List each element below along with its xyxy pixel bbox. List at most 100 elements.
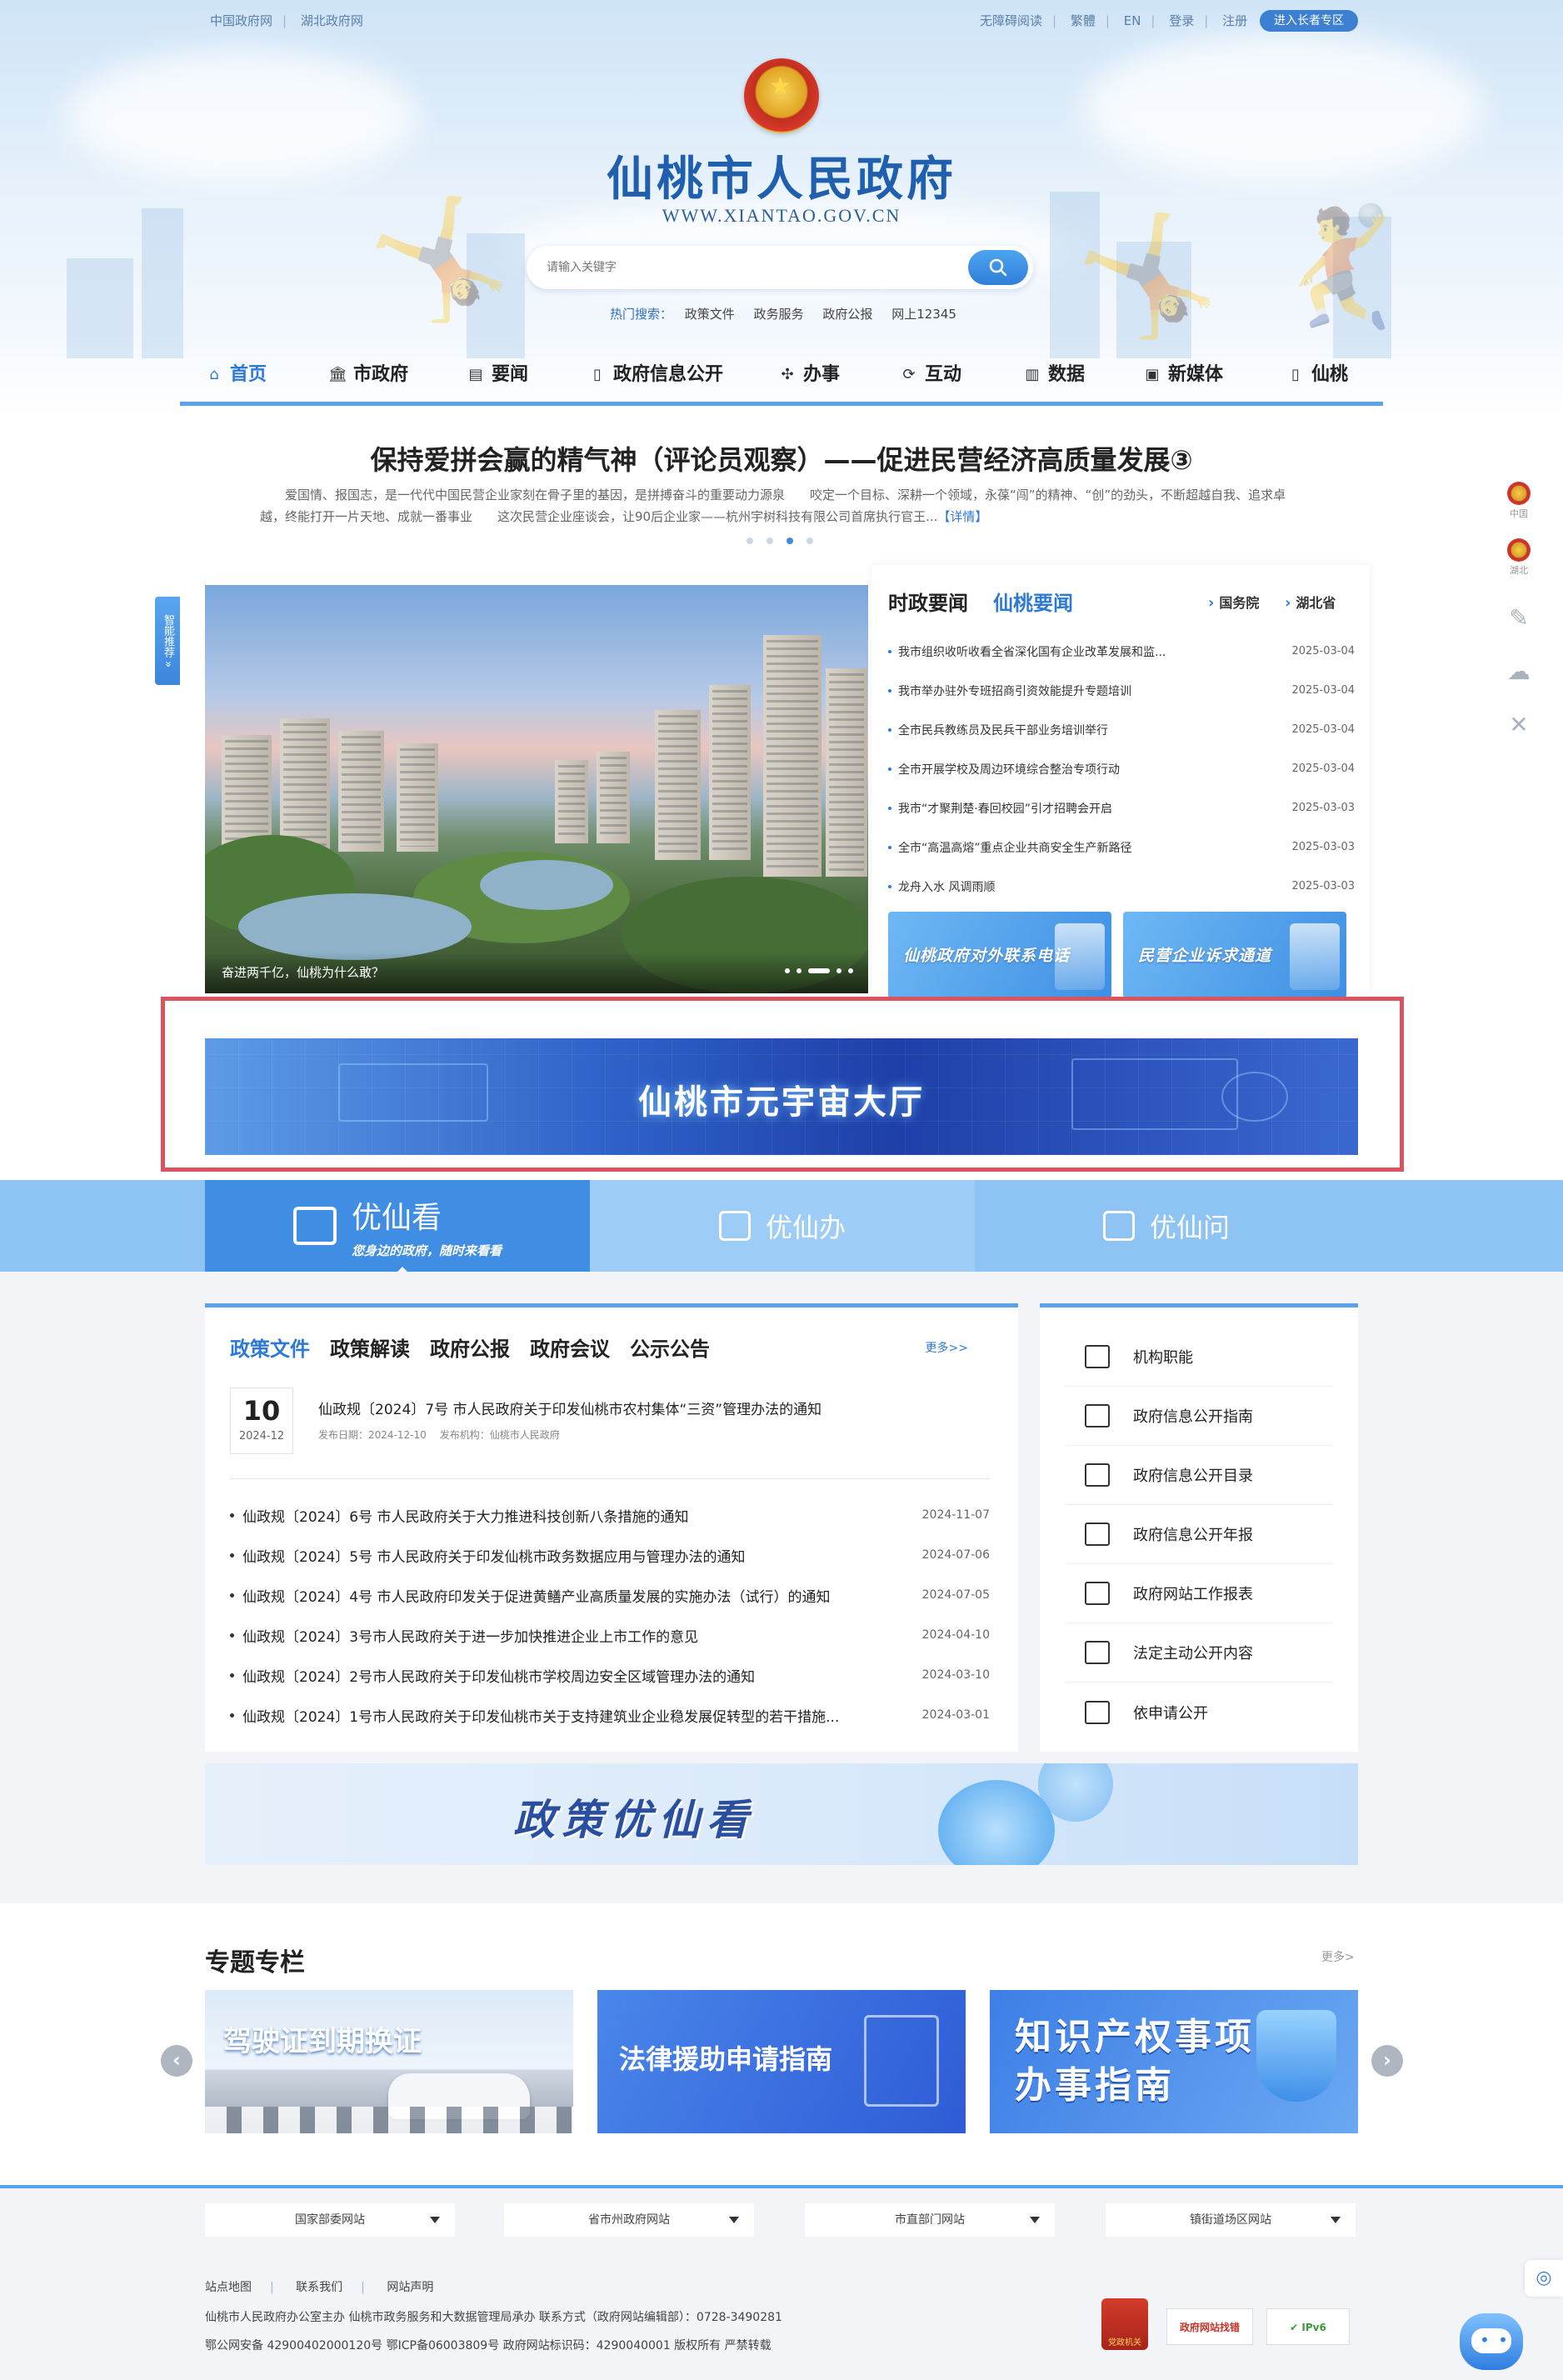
carousel-prev-button[interactable]: ‹: [161, 2045, 192, 2077]
tab-policy-documents[interactable]: 政策文件: [230, 1332, 310, 1362]
list-item[interactable]: 仙政规〔2024〕3号市人民政府关于进一步加快推进企业上市工作的意见 2024-0…: [230, 1615, 990, 1655]
policy-you-xian-kan-banner[interactable]: 政策优仙看: [205, 1763, 1358, 1865]
special-more-link[interactable]: 更多>: [1321, 1948, 1355, 1965]
carousel-dot[interactable]: [785, 968, 790, 973]
list-item[interactable]: 我市举办驻外专班招商引资效能提升专题培训 2025-03-04: [888, 671, 1355, 710]
nav-home[interactable]: ⌂ 首页: [205, 357, 328, 393]
carousel-dot-active[interactable]: [808, 968, 830, 973]
pager-dot[interactable]: [767, 538, 773, 544]
nav-data[interactable]: ▥ 数据: [1023, 357, 1143, 393]
nav-services[interactable]: ✣ 办事: [778, 357, 900, 393]
nav-info-disclosure[interactable]: ▯ 政府信息公开: [588, 357, 778, 393]
list-item[interactable]: 仙政规〔2024〕4号 市人民政府印发关于促进黄鳝产业高质量发展的实施办法（试行…: [230, 1575, 990, 1615]
tab-public-notices[interactable]: 公示公告: [630, 1332, 710, 1362]
rail-hubei[interactable]: 湖北: [1500, 538, 1538, 592]
rail-feedback[interactable]: ✎: [1500, 592, 1538, 645]
list-item[interactable]: 我市“才聚荆楚·春回校园”引才招聘会开启 2025-03-03: [888, 788, 1355, 828]
link-china-gov[interactable]: 中国政府网: [210, 13, 272, 28]
carousel-dot[interactable]: [848, 968, 853, 973]
city-icon: ▯: [1291, 366, 1300, 383]
news-carousel[interactable]: 奋进两千亿，仙桃为什么敢？: [205, 585, 868, 993]
list-item[interactable]: 仙政规〔2024〕2号市人民政府关于印发仙桃市学校周边安全区域管理办法的通知 20…: [230, 1655, 990, 1695]
elder-zone-button[interactable]: 进入长者专区: [1260, 10, 1358, 32]
tab-government-gazette[interactable]: 政府公报: [430, 1332, 510, 1362]
carousel-dot[interactable]: [796, 968, 801, 973]
rail-china[interactable]: 中国: [1500, 482, 1538, 535]
special-card-ip[interactable]: 知识产权事项办事指南: [990, 1990, 1358, 2133]
hot-term[interactable]: 政府公报: [822, 307, 872, 322]
party-government-badge[interactable]: 党政机关: [1101, 2298, 1148, 2350]
carousel-next-button[interactable]: ›: [1371, 2045, 1403, 2077]
link-accessibility[interactable]: 无障碍阅读: [980, 13, 1042, 28]
ipv6-badge[interactable]: ✔ IPv6: [1266, 2308, 1350, 2345]
search-button[interactable]: [968, 250, 1028, 285]
nav-new-media[interactable]: ▣ 新媒体: [1143, 357, 1286, 393]
info-link-statutory-content[interactable]: 法定主动公开内容: [1065, 1623, 1333, 1682]
rail-wechat[interactable]: ☁: [1500, 645, 1538, 698]
tab-you-xian-wen[interactable]: 优仙问: [975, 1180, 1358, 1272]
info-link-on-request[interactable]: 依申请公开: [1065, 1682, 1333, 1742]
tab-xiantao-news[interactable]: 仙桃要闻: [993, 587, 1073, 616]
list-item[interactable]: 我市组织收听收看全省深化国有企业改革发展和监... 2025-03-04: [888, 632, 1355, 671]
link-english[interactable]: EN: [1124, 13, 1141, 28]
search-input[interactable]: [547, 258, 913, 278]
link-register[interactable]: 注册: [1222, 13, 1247, 28]
featured-policy[interactable]: 10 2024-12 仙政规〔2024〕7号 市人民政府关于印发仙桃市农村集体“…: [230, 1388, 990, 1479]
hot-term[interactable]: 网上12345: [891, 307, 956, 322]
link-sitemap[interactable]: 站点地图: [205, 2281, 252, 2294]
special-card-license[interactable]: 驾驶证到期换证: [205, 1990, 573, 2133]
rail-close[interactable]: ✕: [1500, 698, 1538, 752]
nav-city-government[interactable]: 🏛 市政府: [328, 357, 467, 393]
tab-you-xian-ban[interactable]: 优仙办: [590, 1180, 975, 1272]
nav-interaction[interactable]: ⟳ 互动: [900, 357, 1023, 393]
tab-policy-interpretation[interactable]: 政策解读: [330, 1332, 410, 1362]
hot-term[interactable]: 政策文件: [685, 307, 735, 322]
link-state-council[interactable]: 国务院: [1208, 592, 1259, 612]
policy-more-link[interactable]: 更多>>: [926, 1339, 968, 1356]
pager-dot[interactable]: [806, 538, 813, 544]
link-traditional[interactable]: 繁體: [1071, 13, 1096, 28]
carousel-dot[interactable]: [836, 968, 841, 973]
headline-title[interactable]: 保持爱拼会赢的精气神（评论员观察）——促进民营经济高质量发展③: [180, 439, 1383, 478]
info-link-catalog[interactable]: 政府信息公开目录: [1065, 1446, 1333, 1505]
tab-government-meetings[interactable]: 政府会议: [530, 1332, 610, 1362]
list-item[interactable]: 全市民兵教练员及民兵干部业务培训举行 2025-03-04: [888, 710, 1355, 749]
list-item[interactable]: 仙政规〔2024〕6号 市人民政府关于大力推进科技创新八条措施的通知 2024-1…: [230, 1495, 990, 1535]
contact-phone-banner[interactable]: 仙桃政府对外联系电话: [888, 912, 1111, 998]
special-card-legal-aid[interactable]: 法律援助申请指南: [597, 1990, 966, 2133]
list-item[interactable]: 仙政规〔2024〕1号市人民政府关于印发仙桃市关于支持建筑业企业稳发展促转型的若…: [230, 1695, 990, 1735]
nav-news[interactable]: ▤ 要闻: [467, 357, 588, 393]
tab-political-news[interactable]: 时政要闻: [888, 587, 968, 616]
enterprise-appeal-banner[interactable]: 民营企业诉求通道: [1123, 912, 1346, 998]
list-item[interactable]: 全市“高温高熔”重点企业共商安全生产新路径 2025-03-03: [888, 828, 1355, 867]
link-contact[interactable]: 联系我们: [296, 2281, 342, 2294]
chat-robot-button[interactable]: [1460, 2313, 1523, 2370]
smart-recommend-tab[interactable]: 智能推荐 »: [155, 597, 180, 685]
select-department-sites[interactable]: 市直部门网站: [805, 2203, 1055, 2237]
pager-dot-active[interactable]: [786, 538, 793, 544]
list-item[interactable]: 龙舟入水 风调雨顺 2025-03-03: [888, 867, 1355, 906]
headline-more-link[interactable]: 【详情】: [937, 509, 987, 524]
list-item[interactable]: 全市开展学校及周边环境综合整治专项行动 2025-03-04: [888, 749, 1355, 788]
hot-term[interactable]: 政务服务: [754, 307, 804, 322]
info-link-guide[interactable]: 政府信息公开指南: [1065, 1387, 1333, 1446]
find-error-badge[interactable]: 政府网站找错: [1166, 2308, 1253, 2345]
featured-policy-title[interactable]: 仙政规〔2024〕7号 市人民政府关于印发仙桃市农村集体“三资”管理办法的通知: [318, 1398, 821, 1418]
link-hubei-province[interactable]: 湖北省: [1285, 592, 1336, 612]
nav-xiantao[interactable]: ▯ 仙桃: [1286, 357, 1370, 393]
info-link-annual-report[interactable]: 政府信息公开年报: [1065, 1505, 1333, 1564]
link-login[interactable]: 登录: [1169, 13, 1194, 28]
info-link-org-functions[interactable]: 机构职能: [1065, 1328, 1333, 1387]
list-item[interactable]: 仙政规〔2024〕5号 市人民政府关于印发仙桃市政务数据应用与管理办法的通知 20…: [230, 1535, 990, 1575]
info-link-website-report[interactable]: 政府网站工作报表: [1065, 1564, 1333, 1623]
select-provincial-sites[interactable]: 省市州政府网站: [504, 2203, 754, 2237]
link-hubei-gov[interactable]: 湖北政府网: [301, 13, 363, 28]
pager-dot[interactable]: [747, 538, 753, 544]
tab-you-xian-kan[interactable]: 优仙看 您身边的政府，随时来看看: [205, 1180, 590, 1272]
accessibility-button[interactable]: ◎: [1525, 2260, 1563, 2297]
link-statement[interactable]: 网站声明: [387, 2281, 433, 2294]
select-town-sites[interactable]: 镇街道场区网站: [1106, 2203, 1356, 2237]
carousel-caption[interactable]: 奋进两千亿，仙桃为什么敢？: [205, 952, 868, 993]
metaverse-hall-banner[interactable]: 仙桃市元宇宙大厅: [205, 1038, 1358, 1155]
select-ministry-sites[interactable]: 国家部委网站: [205, 2203, 455, 2237]
